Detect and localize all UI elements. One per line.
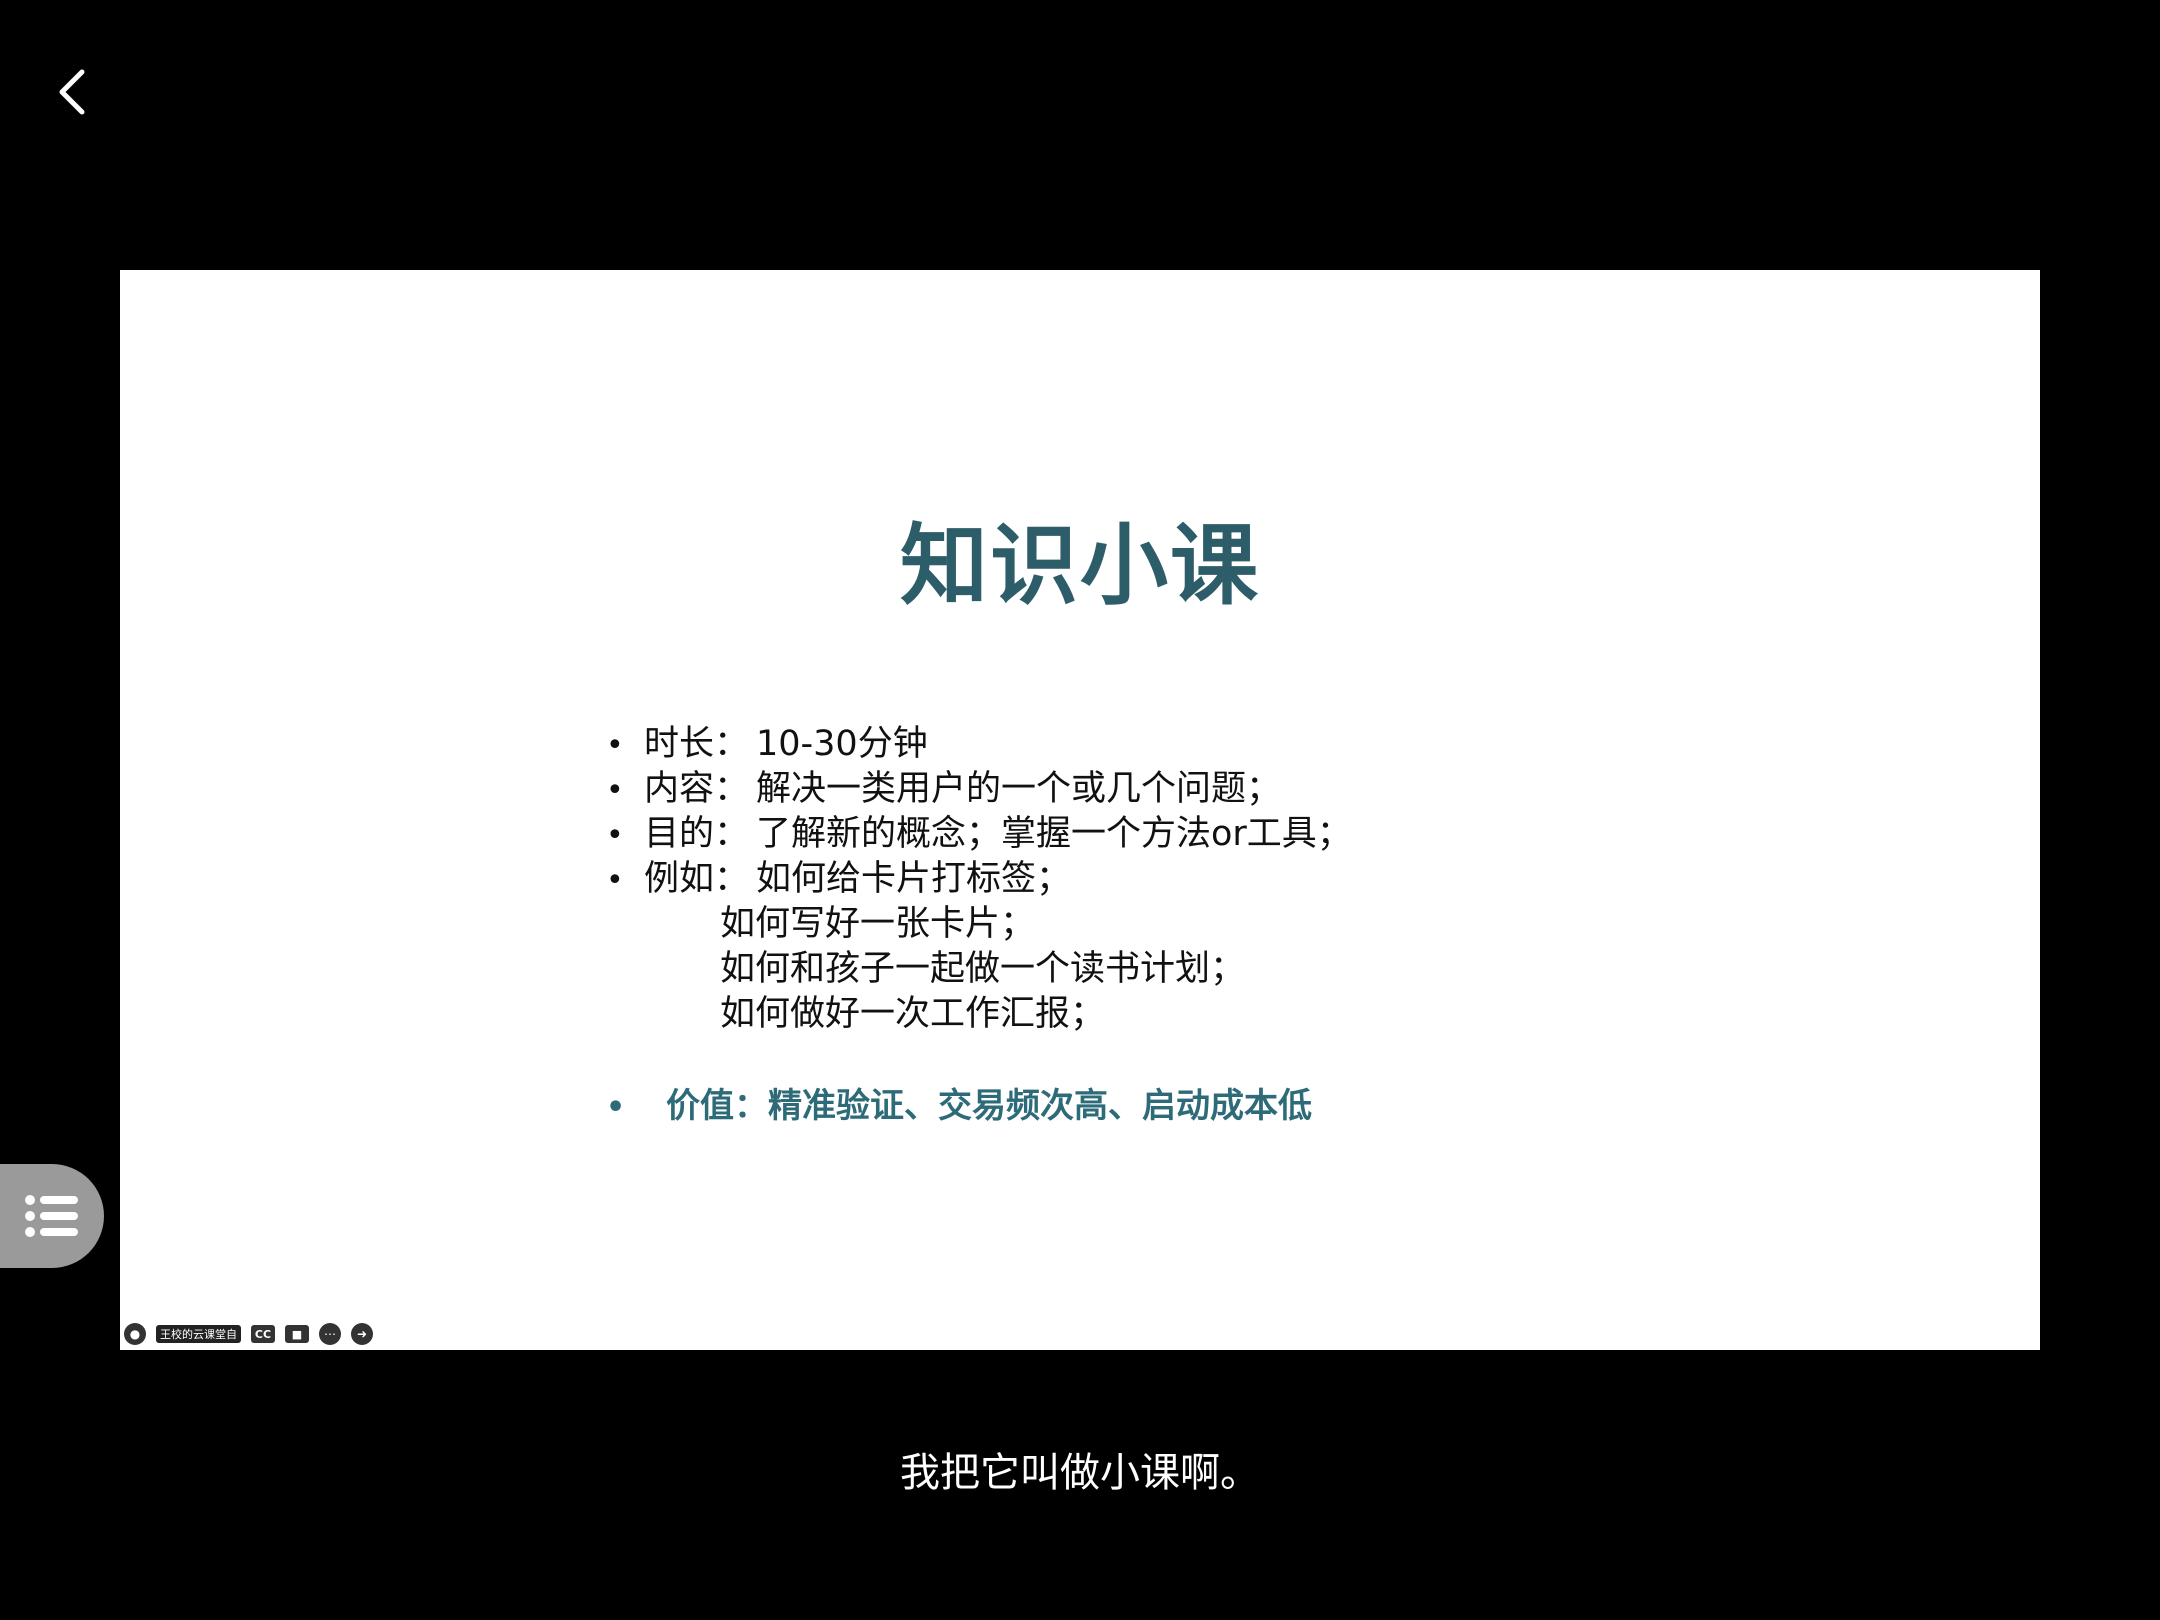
camera-icon[interactable]: ■: [285, 1325, 309, 1343]
bullet-dot: •: [606, 818, 624, 853]
bullet-value: 10-30分钟: [756, 724, 928, 764]
list-item: • 目的： 了解新的概念；掌握一个方法or工具；: [600, 812, 1352, 857]
more-icon[interactable]: ⋯: [319, 1323, 341, 1345]
list-icon: [25, 1195, 78, 1237]
bullet-dot: •: [606, 863, 624, 898]
slide-title: 知识小课: [899, 514, 1260, 617]
value-text: 价值：精准验证、交易频次高、启动成本低: [666, 1086, 1312, 1126]
presenter-label: 王校的云课堂自: [156, 1325, 241, 1343]
bullet-label: 例如：: [644, 859, 750, 899]
playlist-menu-button[interactable]: [0, 1164, 104, 1268]
back-button[interactable]: [48, 62, 98, 122]
bullet-value: 了解新的概念；掌握一个方法or工具；: [756, 814, 1352, 854]
list-item: • 内容： 解决一类用户的一个或几个问题；: [600, 767, 1352, 812]
video-toolbar: ● 王校的云课堂自 CC ■ ⋯ ➜: [124, 1320, 373, 1348]
bullet-dot: •: [606, 773, 624, 808]
bullet-value: 如何给卡片打标签；: [756, 859, 1072, 899]
bullet-label: 目的：: [644, 814, 750, 854]
mic-icon[interactable]: ●: [124, 1323, 146, 1345]
chevron-left-icon: [59, 69, 85, 115]
bullet-label: 内容：: [644, 769, 750, 809]
bullet-dot: •: [606, 728, 624, 763]
list-item: • 例如： 如何给卡片打标签；: [600, 857, 1352, 902]
bullet-label: 时长：: [644, 724, 750, 764]
bullet-value: 解决一类用户的一个或几个问题；: [756, 769, 1282, 809]
example-line: 如何做好一次工作汇报；: [720, 994, 1106, 1034]
arrow-right-icon[interactable]: ➜: [351, 1323, 373, 1345]
bullet-dot: •: [606, 1090, 626, 1125]
bullet-list: • 时长： 10-30分钟 • 内容： 解决一类用户的一个或几个问题； • 目的…: [600, 722, 1352, 1037]
example-line: 如何写好一张卡片；: [720, 904, 1036, 944]
example-line: 如何和孩子一起做一个读书计划；: [720, 949, 1246, 989]
list-item: • 时长： 10-30分钟: [600, 722, 1352, 767]
slide-frame: 知识小课 • 时长： 10-30分钟 • 内容： 解决一类用户的一个或几个问题；…: [120, 270, 2040, 1350]
cc-button[interactable]: CC: [251, 1325, 275, 1343]
video-subtitle: 我把它叫做小课啊。: [900, 1450, 1260, 1496]
value-line: • 价值：精准验证、交易频次高、启动成本低: [600, 1078, 1312, 1127]
